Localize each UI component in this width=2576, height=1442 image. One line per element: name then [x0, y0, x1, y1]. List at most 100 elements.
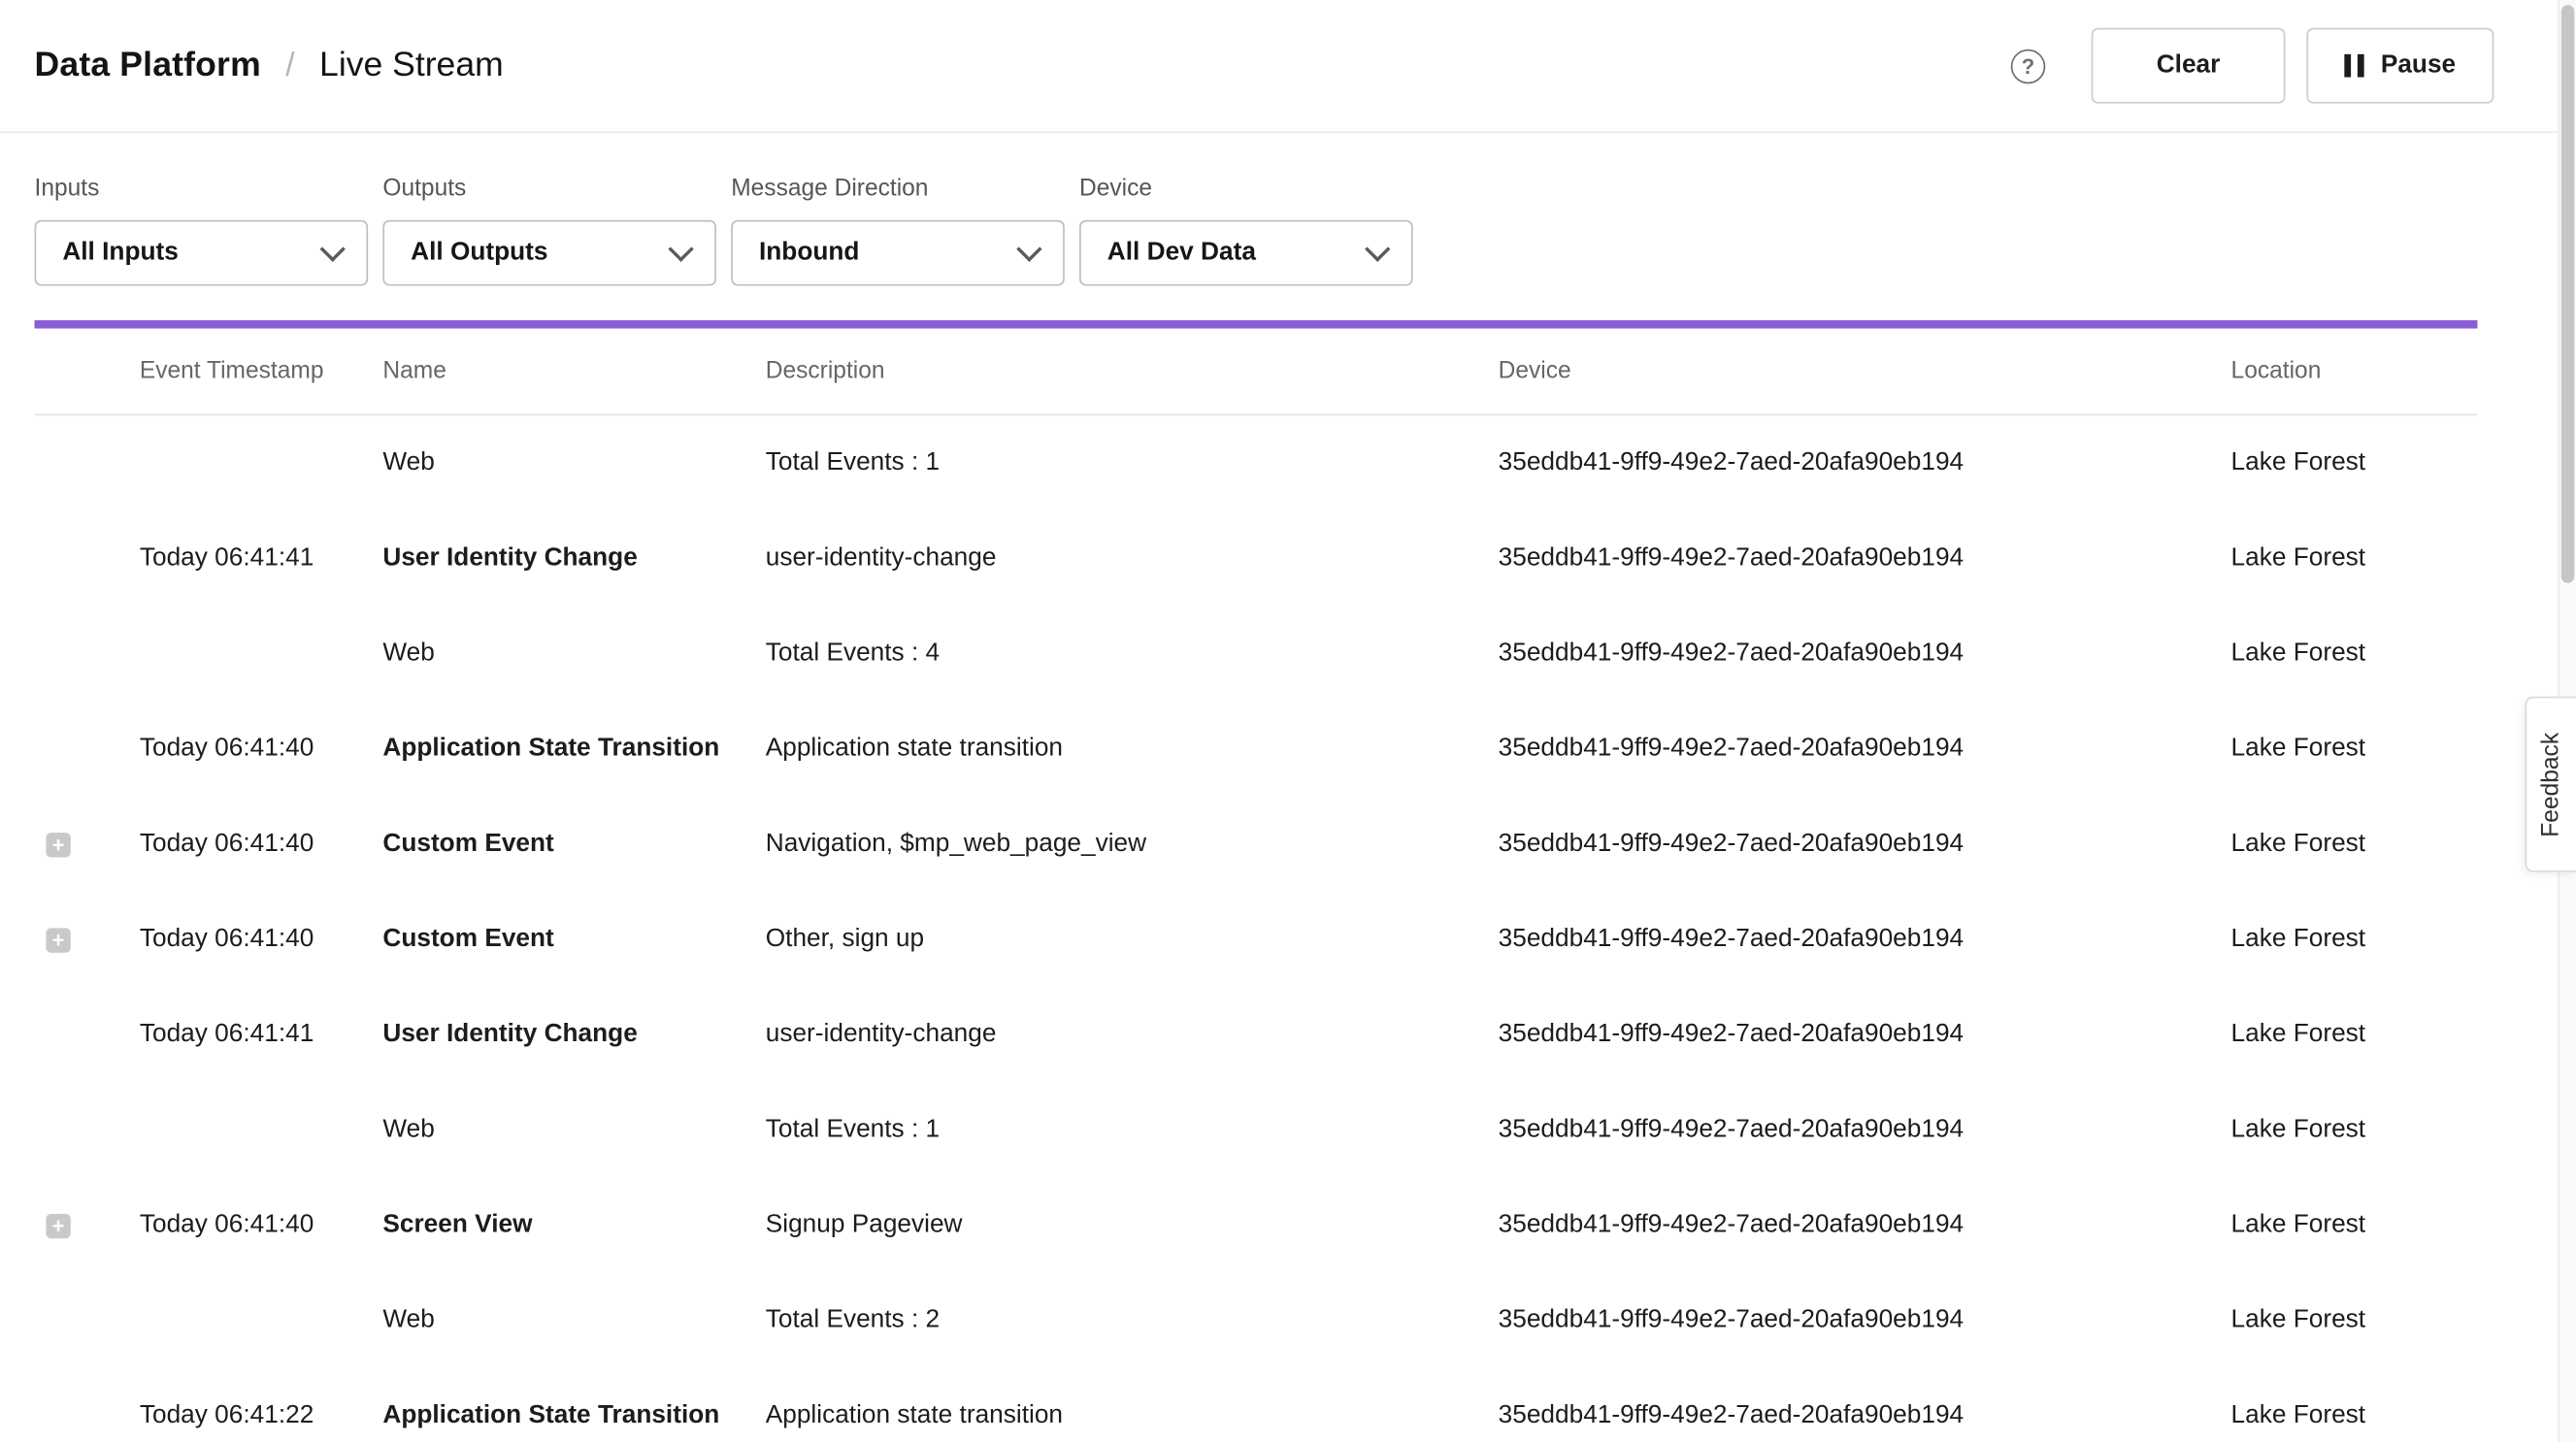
cell-event-timestamp: Today 06:41:41 — [140, 510, 383, 606]
breadcrumb-section[interactable]: Data Platform — [35, 46, 261, 85]
pause-button-label: Pause — [2381, 50, 2456, 80]
chevron-down-icon — [1365, 236, 1390, 261]
device-dropdown-value: All Dev Data — [1107, 238, 1256, 267]
clear-button[interactable]: Clear — [2092, 28, 2286, 104]
cell-name: User Identity Change — [382, 510, 765, 606]
table-row: + Web Total Events : 4 35eddb41-9ff9-49e… — [35, 606, 2478, 702]
cell-location: Lake Forest — [2231, 987, 2478, 1082]
cell-location: Lake Forest — [2231, 1368, 2478, 1442]
cell-name: Application State Transition — [382, 702, 765, 797]
cell-event-timestamp: Today 06:41:22 — [140, 1368, 383, 1442]
filter-outputs: Outputs All Outputs — [382, 176, 716, 285]
cell-description: user-identity-change — [766, 510, 1499, 606]
column-description: Description — [766, 329, 1499, 415]
pause-icon — [2345, 54, 2364, 78]
chevron-down-icon — [1016, 236, 1041, 261]
cell-description: Signup Pageview — [766, 1178, 1499, 1273]
device-dropdown[interactable]: All Dev Data — [1079, 220, 1413, 286]
cell-device: 35eddb41-9ff9-49e2-7aed-20afa90eb194 — [1499, 510, 2231, 606]
cell-name: Web — [382, 1082, 765, 1177]
event-table-body: + Web Total Events : 1 35eddb41-9ff9-49e… — [35, 414, 2478, 1442]
cell-name: Web — [382, 414, 765, 510]
cell-event-timestamp: Today 06:41:40 — [140, 797, 383, 892]
cell-name: Custom Event — [382, 797, 765, 892]
pause-button[interactable]: Pause — [2306, 28, 2493, 104]
cell-device: 35eddb41-9ff9-49e2-7aed-20afa90eb194 — [1499, 414, 2231, 510]
expand-row-button[interactable]: + — [46, 1213, 70, 1237]
cell-description: Application state transition — [766, 702, 1499, 797]
cell-description: Total Events : 1 — [766, 414, 1499, 510]
filter-label-inputs: Inputs — [35, 176, 369, 202]
filter-message-direction: Message Direction Inbound — [731, 176, 1065, 285]
table-row: + Today 06:41:40 Screen View Signup Page… — [35, 1178, 2478, 1273]
column-name: Name — [382, 329, 765, 415]
table-header-row: Event Timestamp Name Description Device … — [35, 329, 2478, 415]
cell-location: Lake Forest — [2231, 797, 2478, 892]
cell-location: Lake Forest — [2231, 1082, 2478, 1177]
outputs-dropdown-value: All Outputs — [411, 238, 547, 267]
cell-location: Lake Forest — [2231, 606, 2478, 702]
filter-label-message-direction: Message Direction — [731, 176, 1065, 202]
filters-bar: Inputs All Inputs Outputs All Outputs Me… — [0, 133, 2576, 285]
cell-device: 35eddb41-9ff9-49e2-7aed-20afa90eb194 — [1499, 606, 2231, 702]
cell-device: 35eddb41-9ff9-49e2-7aed-20afa90eb194 — [1499, 892, 2231, 987]
cell-name: Custom Event — [382, 892, 765, 987]
cell-event-timestamp: Today 06:41:40 — [140, 702, 383, 797]
filter-inputs: Inputs All Inputs — [35, 176, 369, 285]
page-header: Data Platform / Live Stream ? Clear Paus… — [0, 0, 2576, 133]
cell-event-timestamp — [140, 606, 383, 702]
cell-name: Screen View — [382, 1178, 765, 1273]
message-direction-dropdown-value: Inbound — [759, 238, 859, 267]
breadcrumb: Data Platform / Live Stream — [35, 46, 504, 85]
filter-label-device: Device — [1079, 176, 1413, 202]
header-actions: ? Clear Pause — [2011, 28, 2494, 104]
table-row: + Web Total Events : 1 35eddb41-9ff9-49e… — [35, 1082, 2478, 1177]
cell-name: Web — [382, 606, 765, 702]
cell-description: Other, sign up — [766, 892, 1499, 987]
chevron-down-icon — [668, 236, 693, 261]
cell-device: 35eddb41-9ff9-49e2-7aed-20afa90eb194 — [1499, 1368, 2231, 1442]
cell-description: Total Events : 2 — [766, 1273, 1499, 1368]
cell-location: Lake Forest — [2231, 414, 2478, 510]
outputs-dropdown[interactable]: All Outputs — [382, 220, 716, 286]
cell-event-timestamp — [140, 414, 383, 510]
table-row: + Web Total Events : 1 35eddb41-9ff9-49e… — [35, 414, 2478, 510]
cell-name: Application State Transition — [382, 1368, 765, 1442]
feedback-tab[interactable]: Feedback — [2526, 697, 2576, 872]
table-row: + Today 06:41:22 Application State Trans… — [35, 1368, 2478, 1442]
cell-event-timestamp: Today 06:41:41 — [140, 987, 383, 1082]
help-icon[interactable]: ? — [2011, 49, 2046, 83]
feedback-tab-label: Feedback — [2538, 732, 2564, 836]
cell-location: Lake Forest — [2231, 510, 2478, 606]
cell-description: user-identity-change — [766, 987, 1499, 1082]
cell-device: 35eddb41-9ff9-49e2-7aed-20afa90eb194 — [1499, 1082, 2231, 1177]
scrollbar-thumb[interactable] — [2561, 5, 2575, 583]
expand-row-button[interactable]: + — [46, 832, 70, 856]
cell-event-timestamp — [140, 1082, 383, 1177]
cell-event-timestamp — [140, 1273, 383, 1368]
cell-description: Total Events : 1 — [766, 1082, 1499, 1177]
cell-name: User Identity Change — [382, 987, 765, 1082]
column-event-timestamp: Event Timestamp — [140, 329, 383, 415]
cell-device: 35eddb41-9ff9-49e2-7aed-20afa90eb194 — [1499, 987, 2231, 1082]
expand-row-button[interactable]: + — [46, 927, 70, 951]
chevron-down-icon — [320, 236, 346, 261]
column-location: Location — [2231, 329, 2478, 415]
filter-device: Device All Dev Data — [1079, 176, 1413, 285]
cell-location: Lake Forest — [2231, 1178, 2478, 1273]
inputs-dropdown[interactable]: All Inputs — [35, 220, 369, 286]
cell-description: Total Events : 4 — [766, 606, 1499, 702]
accent-bar — [35, 320, 2478, 328]
message-direction-dropdown[interactable]: Inbound — [731, 220, 1065, 286]
cell-location: Lake Forest — [2231, 702, 2478, 797]
page-title: Live Stream — [319, 46, 504, 85]
breadcrumb-separator: / — [285, 47, 294, 84]
cell-device: 35eddb41-9ff9-49e2-7aed-20afa90eb194 — [1499, 1178, 2231, 1273]
cell-device: 35eddb41-9ff9-49e2-7aed-20afa90eb194 — [1499, 702, 2231, 797]
cell-device: 35eddb41-9ff9-49e2-7aed-20afa90eb194 — [1499, 797, 2231, 892]
event-stream-table: Event Timestamp Name Description Device … — [35, 329, 2478, 1442]
cell-event-timestamp: Today 06:41:40 — [140, 892, 383, 987]
cell-device: 35eddb41-9ff9-49e2-7aed-20afa90eb194 — [1499, 1273, 2231, 1368]
table-row: + Today 06:41:41 User Identity Change us… — [35, 987, 2478, 1082]
table-row: + Today 06:41:40 Custom Event Navigation… — [35, 797, 2478, 892]
